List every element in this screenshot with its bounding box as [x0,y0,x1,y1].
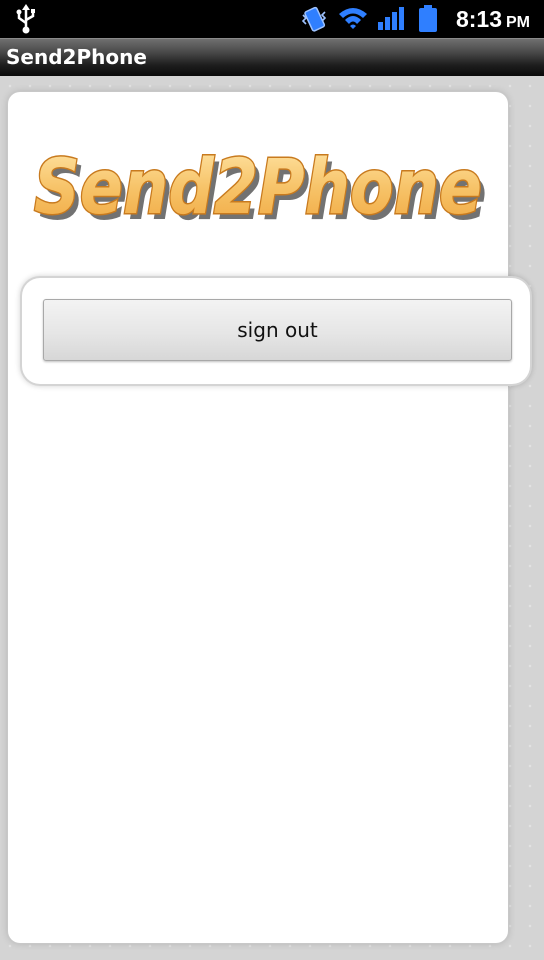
send2phone-logo: Send2Phone Send2Phone [33,141,488,230]
status-bar: 8:13 PM [0,0,544,38]
status-ampm: PM [506,14,530,31]
battery-icon [419,5,437,32]
vibrate-icon [301,6,327,32]
wifi-icon [339,8,367,29]
app-title-bar: Send2Phone [0,38,544,76]
status-time: 8:13 [455,6,502,32]
usb-icon [16,4,35,34]
logo-text: Send2Phone [34,142,482,229]
status-clock: 8:13 PM [456,5,530,37]
sign-out-button[interactable]: sign out [43,299,512,361]
signal-icon [378,7,404,30]
app-title: Send2Phone [6,45,147,69]
